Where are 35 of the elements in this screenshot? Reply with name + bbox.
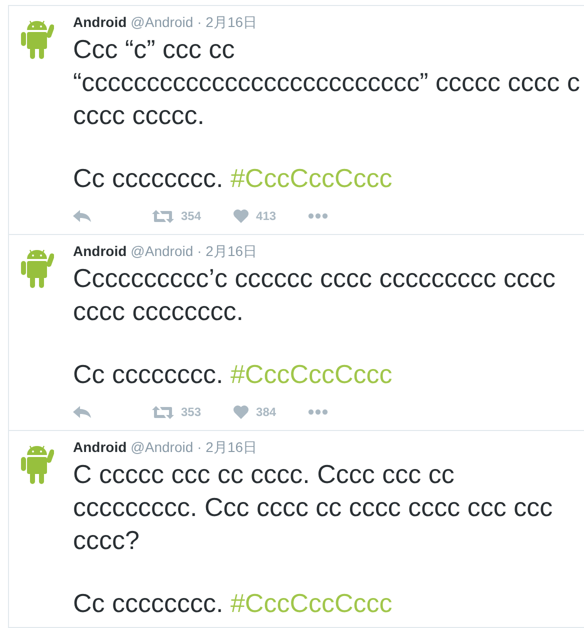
android-icon <box>20 249 54 289</box>
more-button[interactable] <box>308 213 328 219</box>
author-name[interactable]: Android <box>73 241 127 262</box>
author-handle[interactable]: @Android <box>130 241 194 262</box>
hashtag-link[interactable]: #CccCccCccc <box>230 359 392 389</box>
reply-icon <box>73 210 91 222</box>
author-name[interactable]: Android <box>73 437 127 458</box>
tweet-date[interactable]: · 2月16日 <box>197 241 258 262</box>
heart-icon <box>233 405 250 419</box>
hashtag-link[interactable]: #CccCccCccc <box>230 163 392 193</box>
retweet-icon <box>152 210 174 222</box>
like-button[interactable]: 384 <box>233 403 276 421</box>
tweet-text: C ccccc ccc cc cccc. Cccc ccc cc ccccccccc. Ccc cccc cc cccc cccc ccc ccc cccc? <box>73 458 554 557</box>
tweet-text: Cc cccccccc. #CccCccCccc <box>73 358 394 391</box>
hashtag-link[interactable]: #CccCccCccc <box>230 588 392 618</box>
author-handle[interactable]: @Android <box>130 12 194 33</box>
android-icon <box>20 20 54 60</box>
more-icon <box>308 213 328 219</box>
more-button[interactable] <box>308 409 328 415</box>
retweet-button[interactable]: 353 <box>152 403 202 421</box>
tweet-text: Cccccccccc’c cccccc cccc ccccccccc cccc cccc cccccccc. <box>73 262 556 328</box>
like-button[interactable]: 413 <box>233 207 276 225</box>
more-icon <box>308 409 328 415</box>
author-name[interactable]: Android <box>73 12 127 33</box>
tweet-text: Cc cccccccc. #CccCccCccc <box>73 162 394 195</box>
tweet-date[interactable]: · 2月16日 <box>197 12 258 33</box>
retweet-button[interactable]: 354 <box>152 207 202 225</box>
retweet-icon <box>152 406 174 418</box>
author-handle[interactable]: @Android <box>130 437 194 458</box>
reply-icon <box>73 406 91 418</box>
tweet-text: Cc cccccccc. #CccCccCccc <box>73 587 394 620</box>
tweet-text: Ccc “c” ccc cc “cccccccccccccccccccccccccc” ccccc cccc c cccc ccccc. <box>73 33 581 132</box>
heart-icon <box>233 209 250 223</box>
tweet-date[interactable]: · 2月16日 <box>197 437 258 458</box>
android-icon <box>20 445 54 485</box>
